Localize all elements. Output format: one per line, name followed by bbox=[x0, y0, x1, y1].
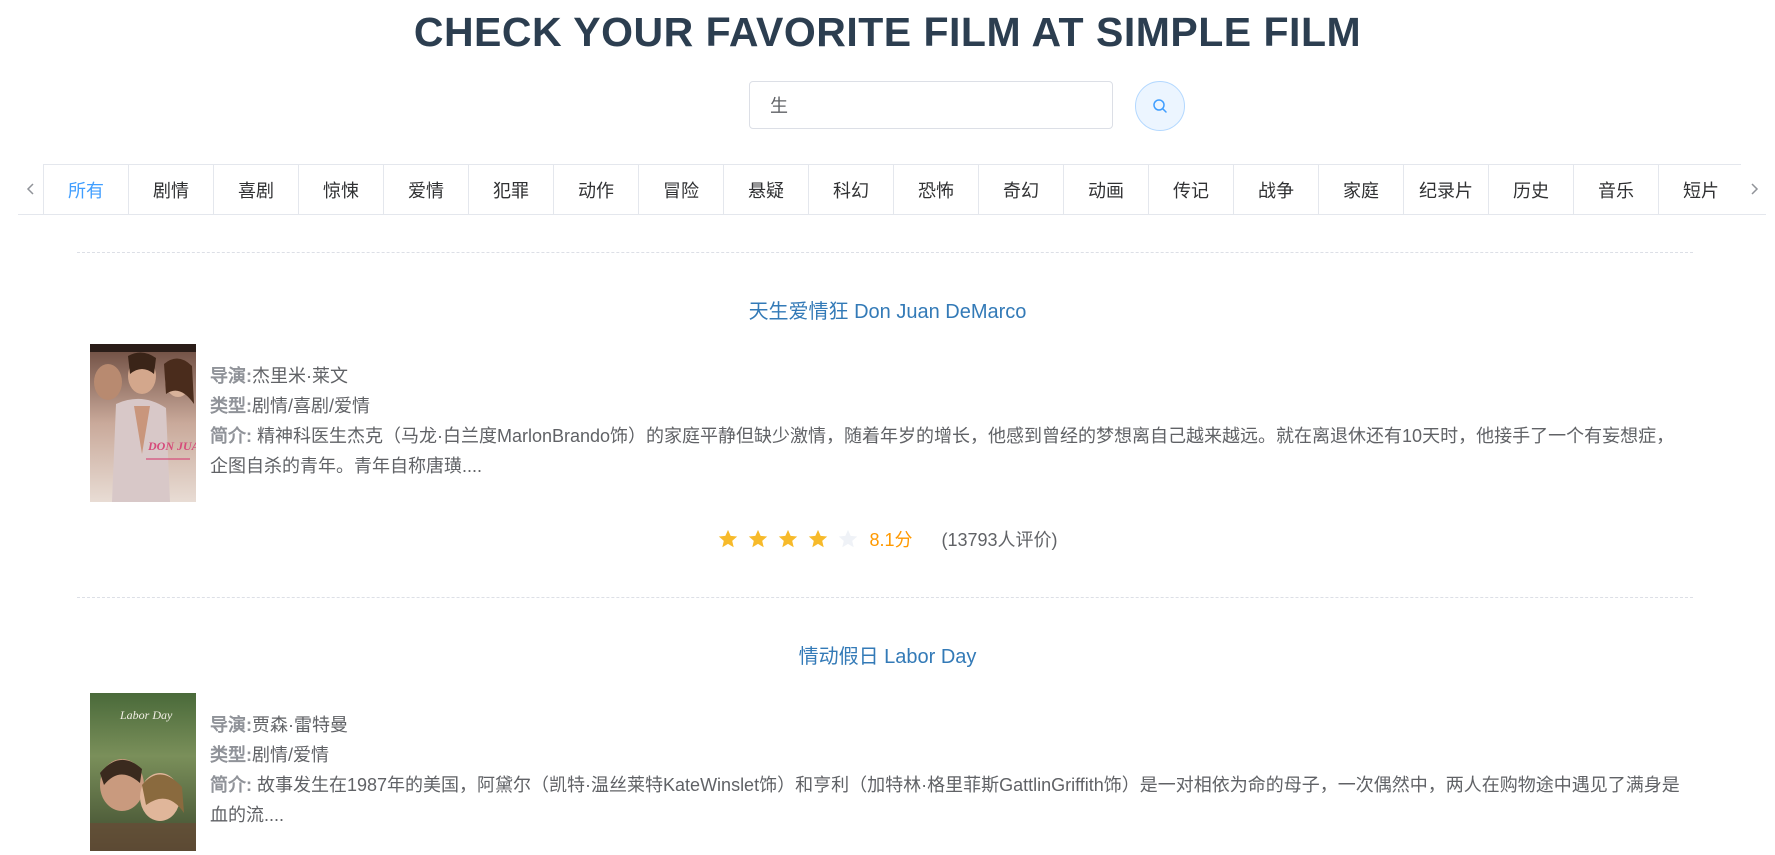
star-rating bbox=[717, 528, 859, 550]
tab-4[interactable]: 爱情 bbox=[384, 165, 469, 214]
tab-12[interactable]: 动画 bbox=[1064, 165, 1149, 214]
chevron-right-icon bbox=[1750, 183, 1758, 195]
search-button[interactable] bbox=[1135, 81, 1185, 131]
movie-poster[interactable]: DON JUAN bbox=[90, 344, 196, 502]
chevron-left-icon bbox=[26, 183, 34, 195]
tab-16[interactable]: 纪录片 bbox=[1404, 165, 1489, 214]
rating: 8.1分 (13793人评价) bbox=[0, 525, 1775, 553]
genre-row: 类型:剧情/爱情 bbox=[210, 740, 1692, 770]
tab-8[interactable]: 悬疑 bbox=[724, 165, 809, 214]
movie-info: 导演:杰里米·莱文 类型:剧情/喜剧/爱情 简介: 精神科医生杰克（马龙·白兰度… bbox=[210, 361, 1692, 481]
tab-0[interactable]: 所有 bbox=[44, 165, 129, 214]
tab-1[interactable]: 剧情 bbox=[129, 165, 214, 214]
divider bbox=[77, 597, 1693, 598]
tab-list: 所有 剧情 喜剧 惊悚 爱情 犯罪 动作 冒险 悬疑 科幻 恐怖 奇幻 动画 传记 战争 家庭 纪录片 历史 音乐短… bbox=[43, 164, 1741, 214]
genre-label: 类型: bbox=[210, 396, 252, 416]
summary-label: 简介: bbox=[210, 426, 252, 446]
tab-2[interactable]: 喜剧 bbox=[214, 165, 299, 214]
tab-3[interactable]: 惊悚 bbox=[299, 165, 384, 214]
category-tabs: 所有 剧情 喜剧 惊悚 爱情 犯罪 动作 冒险 悬疑 科幻 恐怖 奇幻 动画 传记 战争 家庭 纪录片 历史 音乐短… bbox=[18, 164, 1766, 215]
tab-9[interactable]: 科幻 bbox=[809, 165, 894, 214]
tab-11[interactable]: 奇幻 bbox=[979, 165, 1064, 214]
search-icon bbox=[1153, 99, 1167, 113]
movie-poster[interactable]: Labor Day bbox=[90, 693, 196, 851]
summary-value: 故事发生在1987年的美国，阿黛尔（凯特·温丝莱特KateWinslet饰）和亨… bbox=[210, 775, 1680, 825]
tabs-scroll: 所有 剧情 喜剧 惊悚 爱情 犯罪 动作 冒险 悬疑 科幻 恐怖 奇幻 动画 传记 战争 家庭 纪录片 历史 音乐短… bbox=[43, 164, 1741, 214]
summary-label: 简介: bbox=[210, 775, 252, 795]
tab-19[interactable]: 短片 bbox=[1659, 165, 1741, 214]
tab-13[interactable]: 传记 bbox=[1149, 165, 1234, 214]
tabs-next-button[interactable] bbox=[1741, 164, 1766, 214]
director-value: 贾森·雷特曼 bbox=[252, 715, 348, 735]
tab-17[interactable]: 历史 bbox=[1489, 165, 1574, 214]
tab-14[interactable]: 战争 bbox=[1234, 165, 1319, 214]
tab-6[interactable]: 动作 bbox=[554, 165, 639, 214]
genre-value: 剧情/喜剧/爱情 bbox=[252, 396, 371, 416]
star-icon[interactable] bbox=[747, 528, 769, 550]
tab-18[interactable]: 音乐 bbox=[1574, 165, 1659, 214]
tab-15[interactable]: 家庭 bbox=[1319, 165, 1404, 214]
summary-row: 简介: 故事发生在1987年的美国，阿黛尔（凯特·温丝莱特KateWinslet… bbox=[210, 770, 1692, 830]
summary-value: 精神科医生杰克（马龙·白兰度MarlonBrando饰）的家庭平静但缺少激情，随… bbox=[210, 426, 1675, 476]
movie-info: 导演:贾森·雷特曼 类型:剧情/爱情 简介: 故事发生在1987年的美国，阿黛尔… bbox=[210, 710, 1692, 830]
director-value: 杰里米·莱文 bbox=[252, 366, 348, 386]
star-icon[interactable] bbox=[777, 528, 799, 550]
rating-count: (13793人评价) bbox=[941, 530, 1058, 550]
poster-image: DON JUAN bbox=[90, 344, 196, 502]
tab-5[interactable]: 犯罪 bbox=[469, 165, 554, 214]
rating-score: 8.1分 bbox=[869, 530, 913, 550]
director-row: 导演:杰里米·莱文 bbox=[210, 361, 1692, 391]
poster-text: DON JUAN bbox=[147, 439, 196, 453]
genre-value: 剧情/爱情 bbox=[252, 745, 330, 765]
search-input[interactable] bbox=[749, 81, 1113, 129]
divider bbox=[77, 252, 1693, 253]
director-label: 导演: bbox=[210, 715, 252, 735]
star-icon[interactable] bbox=[837, 528, 859, 550]
star-icon[interactable] bbox=[717, 528, 739, 550]
poster-image: Labor Day bbox=[90, 693, 196, 851]
tab-10[interactable]: 恐怖 bbox=[894, 165, 979, 214]
movie-title[interactable]: 天生爱情狂 Don Juan DeMarco bbox=[0, 300, 1775, 324]
page-title: CHECK YOUR FAVORITE FILM AT SIMPLE FILM bbox=[413, 9, 1362, 55]
director-label: 导演: bbox=[210, 366, 252, 386]
movie-title[interactable]: 情动假日 Labor Day bbox=[0, 645, 1775, 669]
tab-7[interactable]: 冒险 bbox=[639, 165, 724, 214]
tabs-prev-button[interactable] bbox=[18, 164, 43, 214]
poster-text: Labor Day bbox=[119, 708, 173, 722]
page: CHECK YOUR FAVORITE FILM AT SIMPLE FILM … bbox=[0, 0, 1775, 855]
summary-row: 简介: 精神科医生杰克（马龙·白兰度MarlonBrando饰）的家庭平静但缺少… bbox=[210, 421, 1692, 481]
genre-label: 类型: bbox=[210, 745, 252, 765]
star-icon[interactable] bbox=[807, 528, 829, 550]
genre-row: 类型:剧情/喜剧/爱情 bbox=[210, 391, 1692, 421]
director-row: 导演:贾森·雷特曼 bbox=[210, 710, 1692, 740]
